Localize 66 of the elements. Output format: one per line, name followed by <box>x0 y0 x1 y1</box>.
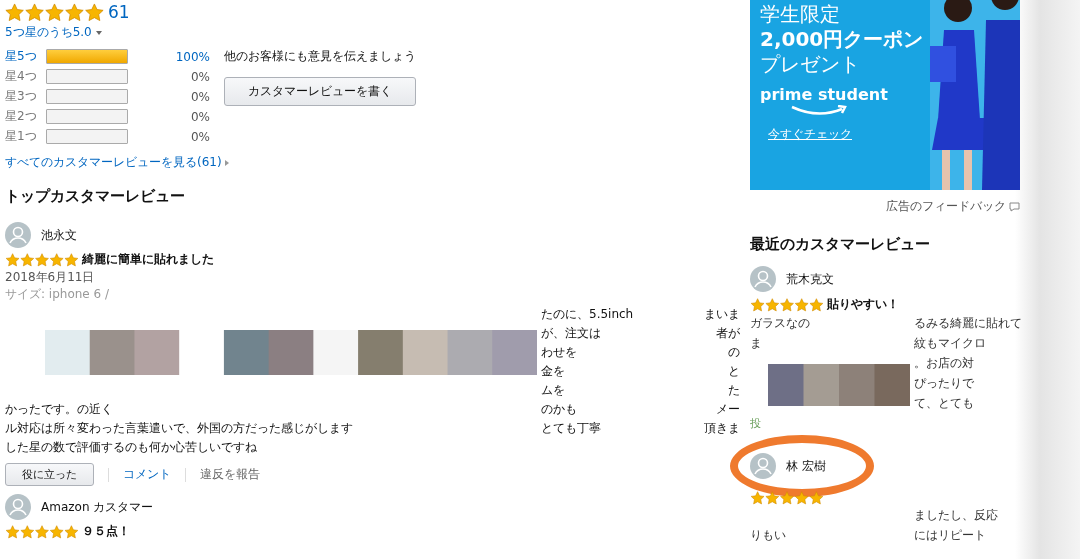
smile-arrow-icon <box>790 105 850 117</box>
star-label: 星2つ <box>5 108 38 125</box>
star-label: 星3つ <box>5 88 38 105</box>
review-text: した星の数で評価するのも何か心苦しいですね <box>5 439 258 456</box>
report-link[interactable]: 違反を報告 <box>200 466 260 483</box>
review-text: まいま <box>703 306 740 323</box>
rating-percent: 0% <box>189 69 210 84</box>
review-text: りもい <box>750 526 787 544</box>
review-text: のかも <box>541 401 578 418</box>
comment-icon <box>1009 201 1020 212</box>
write-review-button[interactable]: カスタマーレビューを書く <box>224 77 416 106</box>
review-text: ガラスなの <box>750 314 811 332</box>
review-title[interactable]: ９５点！ <box>82 523 130 540</box>
review-text: の <box>727 344 740 361</box>
review-text: わせを <box>541 344 578 361</box>
review-text: ましたし、反応 <box>914 506 999 524</box>
review-title[interactable]: 綺麗に簡単に貼れました <box>82 251 214 268</box>
comment-link[interactable]: コメント <box>123 466 171 483</box>
section-heading: 最近のカスタマーレビュー <box>750 235 931 254</box>
review-text: 金を <box>541 363 566 380</box>
review-text: ま <box>750 334 763 352</box>
section-heading: トップカスタマーレビュー <box>5 187 186 206</box>
review-text: るみる綺麗に貼れて <box>914 314 1023 332</box>
review-text: 頂きま <box>703 420 740 437</box>
helpful-button[interactable]: 役に立った <box>5 463 94 486</box>
review-text: が、注文は <box>541 325 602 342</box>
reviewer-name[interactable]: 林 宏樹 <box>786 457 826 475</box>
review-text: ル対応は所々変わった言葉遣いで、外国の方だった感じがします <box>5 420 354 437</box>
review-text: メー <box>715 401 740 418</box>
star-filter-link[interactable]: 星5つ <box>5 48 46 65</box>
avatar-icon <box>5 222 31 248</box>
rating-percent: 0% <box>189 89 210 104</box>
review-text: 紋もマイクロ <box>914 334 987 352</box>
star-label: 星1つ <box>5 128 38 145</box>
review-date: 2018年6月11日 <box>5 269 96 286</box>
all-reviews-link[interactable]: すべてのカスタマーレビューを見る(61) <box>5 154 222 171</box>
reviewer-name[interactable]: 荒木克文 <box>786 270 834 288</box>
review-text: と <box>727 363 740 380</box>
review-text: ぴったりで <box>914 374 975 392</box>
avatar-icon <box>750 266 776 292</box>
review-footer: 投 <box>750 416 1080 431</box>
rating-count[interactable]: 61 <box>108 2 130 22</box>
review-title[interactable]: 貼りやすい！ <box>827 296 899 313</box>
caret-icon <box>95 30 102 35</box>
review-text: とても丁寧 <box>541 420 602 437</box>
rating-percent: 100% <box>174 49 210 64</box>
review-text: 者が <box>715 325 740 342</box>
review-variant: サイズ: iphone 6 / <box>5 286 111 303</box>
rating-percent: 0% <box>189 109 210 124</box>
review-text: にはリピート <box>914 526 987 544</box>
star-label: 星4つ <box>5 68 38 85</box>
review-text: た <box>727 382 740 399</box>
avatar-icon <box>5 494 31 520</box>
ad-feedback-link[interactable]: 広告のフィードバック <box>886 198 1006 215</box>
write-review-prompt: 他のお客様にも意見を伝えましょう <box>224 48 416 65</box>
rating-summary[interactable]: 5つ星のうち5.0 <box>5 24 92 41</box>
rating-percent: 0% <box>189 129 210 144</box>
review-text: たのに、5.5inch <box>541 306 635 323</box>
reviewer-name[interactable]: Amazon カスタマー <box>41 498 154 516</box>
review-text: 。お店の対 <box>914 354 975 372</box>
review-text: かったです。の近く <box>5 401 114 418</box>
review-text: ムを <box>541 382 566 399</box>
avatar-icon <box>750 453 776 479</box>
review-text: て、とても <box>914 394 975 412</box>
caret-icon <box>224 159 229 166</box>
reviewer-name[interactable]: 池永文 <box>41 226 77 244</box>
